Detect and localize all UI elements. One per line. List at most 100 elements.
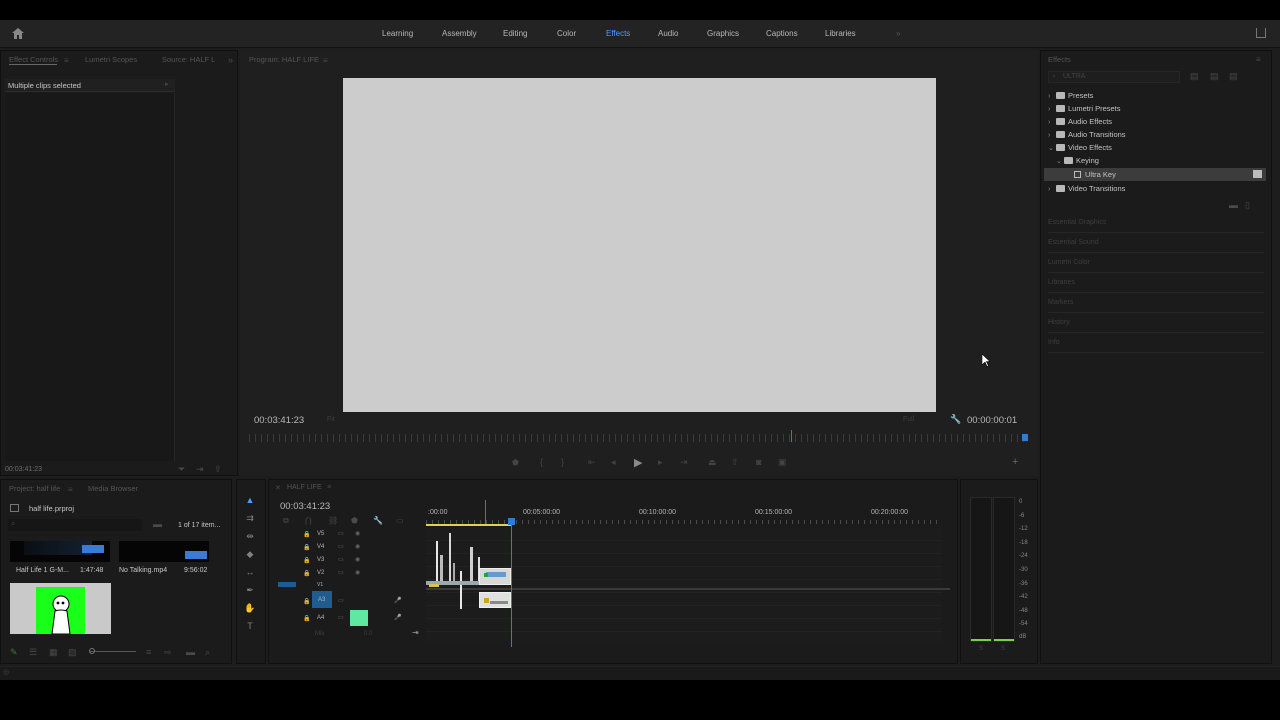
slider-handle[interactable] <box>89 648 95 654</box>
section-essential-sound[interactable]: Essential Sound <box>1048 233 1264 253</box>
tree-item-keying[interactable]: ⌄ Keying <box>1056 154 1099 167</box>
find-icon[interactable]: ⌕ <box>205 647 210 658</box>
new-search-bin-icon[interactable]: ▬ <box>153 519 162 529</box>
ripple-edit-tool-icon[interactable]: ⇹ <box>243 530 257 542</box>
clip-slice[interactable] <box>460 571 462 609</box>
project-search-field[interactable]: ⌕ <box>8 519 142 531</box>
tree-item-lumetri-presets[interactable]: › Lumetri Presets <box>1048 102 1121 115</box>
sort-icon[interactable]: ≡ <box>146 647 151 657</box>
workspace-tab-editing[interactable]: Editing <box>503 20 527 48</box>
home-icon[interactable] <box>12 28 24 39</box>
timeline-settings-icon[interactable]: 🔧 <box>373 516 383 525</box>
mark-out-icon[interactable]: } <box>561 457 564 467</box>
sync-lock-icon[interactable]: ▭ <box>338 614 344 621</box>
add-marker-icon[interactable]: ⬟ <box>351 516 358 525</box>
section-essential-graphics[interactable]: Essential Graphics <box>1048 213 1264 233</box>
program-time-ruler[interactable] <box>249 434 1024 442</box>
mix-value[interactable]: 0.0 <box>364 631 372 637</box>
clip-bar[interactable] <box>429 584 439 587</box>
snap-icon[interactable]: ⋂ <box>305 516 312 525</box>
tab-sequence[interactable]: HALF LIFE <box>287 484 322 491</box>
program-playhead-timecode[interactable]: 00:03:41:23 <box>254 415 304 426</box>
mark-in-icon[interactable]: { <box>540 457 543 467</box>
wrench-icon[interactable]: 🔧 <box>950 414 961 425</box>
lock-icon[interactable]: 🔒 <box>303 544 310 551</box>
expand-arrow-icon[interactable]: ▸ <box>165 80 169 88</box>
new-bin-icon[interactable]: ▬ <box>186 647 195 657</box>
32bit-effects-icon[interactable]: ▤ <box>1210 71 1219 82</box>
sync-lock-icon[interactable]: ▭ <box>338 543 344 550</box>
section-markers[interactable]: Markers <box>1048 293 1264 313</box>
panel-menu-icon[interactable]: ≡ <box>64 56 69 65</box>
go-to-in-icon[interactable]: ⇤ <box>588 457 596 468</box>
work-area-bar[interactable] <box>426 524 511 526</box>
sync-lock-icon[interactable]: ▭ <box>338 530 344 537</box>
workspace-tab-learning[interactable]: Learning <box>382 20 413 48</box>
clip-audio[interactable] <box>479 592 511 608</box>
tree-item-audio-transitions[interactable]: › Audio Transitions <box>1048 128 1126 141</box>
export-frame-icon[interactable]: ◙ <box>756 457 761 467</box>
lock-icon[interactable]: 🔒 <box>303 598 310 605</box>
tree-item-video-effects[interactable]: ⌄ Video Effects <box>1048 141 1112 154</box>
thumbnail-size-slider[interactable] <box>90 651 136 652</box>
playback-resolution-dropdown[interactable]: Full <box>898 414 940 426</box>
marker-icon[interactable]: ⬟ <box>512 458 519 467</box>
tree-item-presets[interactable]: › Presets <box>1048 89 1093 102</box>
tree-item-audio-effects[interactable]: › Audio Effects <box>1048 115 1112 128</box>
timeline-playhead-timecode[interactable]: 00:03:41:23 <box>280 501 330 512</box>
nest-icon[interactable]: ⧉ <box>283 516 289 526</box>
razor-tool-icon[interactable]: ◆ <box>243 548 257 560</box>
sync-lock-icon[interactable]: ▭ <box>338 597 344 604</box>
eye-icon[interactable]: ◉ <box>355 556 360 563</box>
workspace-tab-audio[interactable]: Audio <box>658 20 678 48</box>
step-back-icon[interactable]: ◂ <box>611 457 616 468</box>
yuv-effects-icon[interactable]: ▤ <box>1229 71 1238 82</box>
close-sequence-icon[interactable]: ✕ <box>275 484 281 492</box>
section-info[interactable]: Info <box>1048 333 1264 353</box>
clip-slice[interactable] <box>470 547 473 581</box>
project-menu-icon[interactable]: ≡ <box>68 485 73 494</box>
tab-media-browser[interactable]: Media Browser <box>88 478 138 500</box>
slip-tool-icon[interactable]: ↔ <box>243 566 257 578</box>
hand-tool-icon[interactable]: ✋ <box>243 602 257 614</box>
solo-button-active[interactable] <box>350 610 368 626</box>
clip-slice[interactable] <box>449 533 451 581</box>
section-libraries[interactable]: Libraries <box>1048 273 1264 293</box>
lock-icon[interactable]: 🔒 <box>303 570 310 577</box>
tree-item-video-transitions[interactable]: › Video Transitions <box>1048 182 1125 195</box>
selection-tool-icon[interactable]: ▲ <box>243 494 257 506</box>
track-source-v1[interactable] <box>278 582 296 587</box>
track-select-tool-icon[interactable]: ⇉ <box>243 512 257 524</box>
share-icon[interactable] <box>1256 28 1266 38</box>
tab-program[interactable]: Program: HALF LIFE <box>249 49 319 71</box>
write-lock-icon[interactable]: ✎ <box>10 647 18 658</box>
type-tool-icon[interactable]: T <box>243 620 257 632</box>
clip-slice[interactable] <box>453 563 455 581</box>
sync-lock-icon[interactable]: ▭ <box>338 556 344 563</box>
workspace-more-button[interactable]: » <box>896 20 900 48</box>
voiceover-mic-icon[interactable]: 🎤 <box>394 614 401 621</box>
tab-effect-controls[interactable]: Effect Controls <box>9 49 58 71</box>
media-thumb-no-talking[interactable] <box>119 541 209 562</box>
play-audio-icon[interactable]: ⇥ <box>196 464 204 475</box>
workspace-tab-captions[interactable]: Captions <box>766 20 798 48</box>
zoom-level-dropdown[interactable]: Fit <box>322 414 366 426</box>
media-thumb-green-screen[interactable] <box>10 583 111 634</box>
tab-lumetri-scopes[interactable]: Lumetri Scopes <box>85 49 137 71</box>
lock-icon[interactable]: 🔒 <box>303 615 310 622</box>
sequence-menu-icon[interactable]: ≡ <box>327 484 331 491</box>
clip-slice[interactable] <box>436 541 438 581</box>
delete-icon[interactable]: ▯ <box>1245 200 1250 211</box>
accelerated-effects-icon[interactable]: ▤ <box>1190 71 1199 82</box>
play-icon[interactable]: ▶ <box>634 456 642 469</box>
timeline-playhead-head[interactable] <box>508 518 515 525</box>
clip-ultra-key[interactable] <box>479 568 511 585</box>
pen-tool-icon[interactable]: ✒ <box>243 584 257 596</box>
solo-right-button[interactable]: S <box>1001 646 1005 652</box>
step-forward-icon[interactable]: ▸ <box>658 457 663 468</box>
comparison-icon[interactable]: ▣ <box>778 457 787 468</box>
list-view-icon[interactable]: ☰ <box>29 647 37 658</box>
timeline-playhead-line[interactable] <box>511 521 512 647</box>
lock-icon[interactable]: 🔒 <box>303 557 310 564</box>
eye-icon[interactable]: ◉ <box>355 543 360 550</box>
